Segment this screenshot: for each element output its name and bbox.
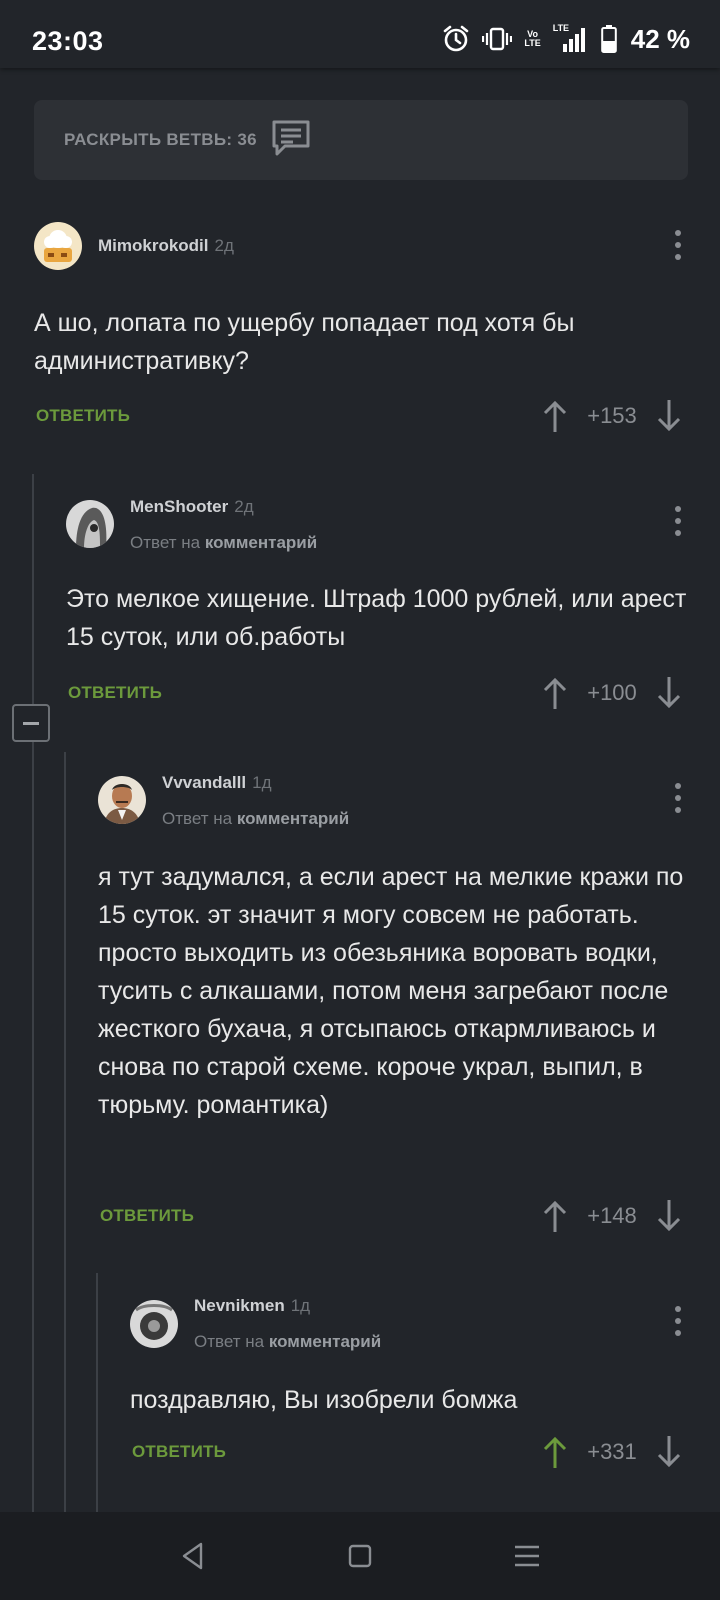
battery-percent: 42 % [630,23,690,54]
reply-to-link[interactable]: комментарий [269,1332,381,1351]
comments-icon [271,119,311,162]
expand-thread-button[interactable]: РАСКРЫТЬ ВЕТВЬ: 36 [34,100,688,180]
comment-age: 2д [214,236,234,255]
comment-body: поздравляю, Вы изобрели бомжа [130,1386,518,1414]
vote-widget: +331 [538,1432,686,1472]
back-icon[interactable] [173,1536,213,1576]
comment-age: 1д [252,773,272,792]
vote-score: +100 [587,680,637,705]
avatar[interactable] [130,1300,178,1348]
arrow-down-icon[interactable] [652,1196,686,1236]
avatar[interactable] [66,500,114,548]
avatar[interactable] [34,222,82,270]
arrow-up-icon[interactable] [538,673,572,713]
thread-line-level-1 [32,474,34,1514]
battery-icon [600,25,617,53]
arrow-down-icon[interactable] [652,396,686,436]
vibrate-icon [482,26,513,52]
comment-author[interactable]: Nevnikmen 1д [194,1296,310,1316]
vote-score: +153 [587,403,637,428]
thread-line-level-3 [96,1273,98,1513]
reply-to-link[interactable]: комментарий [237,809,349,828]
comment-age: 1д [290,1296,311,1315]
arrow-up-icon[interactable] [538,1432,572,1472]
comment-body: А шо, лопата по ущербу попадает под хотя… [34,309,575,375]
reply-to-info: Ответ на комментарий [162,809,350,828]
avatar[interactable] [98,776,146,824]
vote-widget: +100 [538,673,686,713]
reply-to-info: Ответ на комментарий [130,533,318,552]
more-icon[interactable] [668,1304,688,1338]
alarm-icon [442,25,470,53]
comment-age: 2д [234,497,254,516]
more-icon[interactable] [668,504,688,538]
vote-score: +148 [587,1203,637,1228]
vote-score: +331 [587,1439,637,1464]
status-bar: 23:03 Vo LTE LTE 42 % [0,0,720,68]
reply-button[interactable]: ОТВЕТИТЬ [100,1206,194,1226]
status-time: 23:03 [32,26,104,56]
collapse-thread-button[interactable] [12,704,50,742]
volte-icon: Vo LTE [524,29,541,48]
vote-widget: +153 [538,396,686,436]
vote-widget: +148 [538,1196,686,1236]
reply-button[interactable]: ОТВЕТИТЬ [36,406,130,426]
comment-author[interactable]: Vvvandalll 1д [162,773,271,793]
arrow-up-icon[interactable] [538,1196,572,1236]
reply-button[interactable]: ОТВЕТИТЬ [68,683,162,703]
home-icon[interactable] [340,1536,380,1576]
arrow-up-icon[interactable] [538,396,572,436]
thread-line-level-2 [64,752,66,1512]
status-icons: Vo LTE LTE 42 % [442,22,690,56]
menu-icon[interactable] [507,1536,547,1576]
reply-to-info: Ответ на комментарий [194,1332,382,1351]
arrow-down-icon[interactable] [652,673,686,713]
more-icon[interactable] [668,781,688,815]
signal-icon: LTE [553,24,589,52]
expand-thread-label: РАСКРЫТЬ ВЕТВЬ: 36 [64,130,257,149]
comment-body: Это мелкое хищение. Штраф 1000 рублей, и… [66,585,687,651]
more-icon[interactable] [668,228,688,262]
comment-body: я тут задумался, а если арест на мелкие … [98,863,684,1119]
system-nav-bar [0,1512,720,1600]
reply-button[interactable]: ОТВЕТИТЬ [132,1442,226,1462]
comment-author[interactable]: MenShooter 2д [130,497,254,517]
reply-to-link[interactable]: комментарий [205,533,317,552]
arrow-down-icon[interactable] [652,1432,686,1472]
comment-author[interactable]: Mimokrokodil 2д [98,236,234,256]
